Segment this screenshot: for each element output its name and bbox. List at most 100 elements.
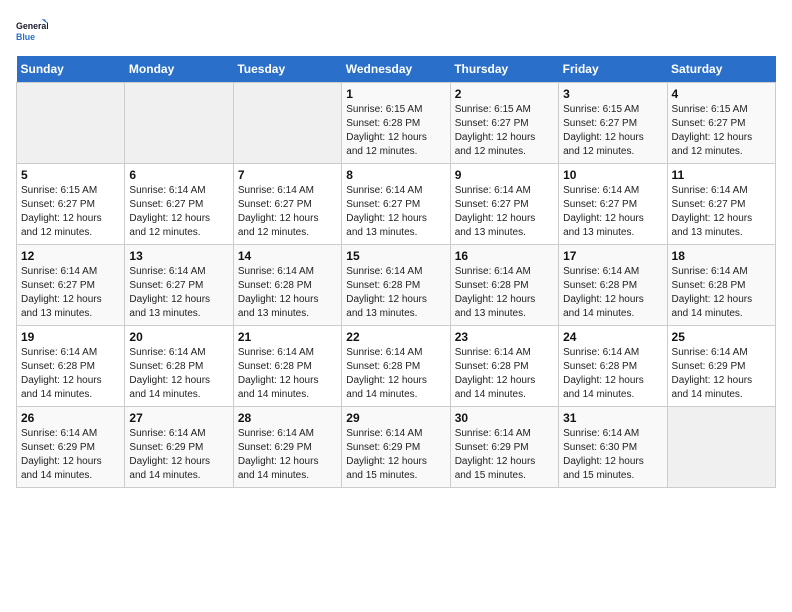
day-cell: 20 Sunrise: 6:14 AM Sunset: 6:28 PM Dayli… xyxy=(125,326,233,407)
day-info: Sunrise: 6:14 AM Sunset: 6:27 PM Dayligh… xyxy=(346,184,445,240)
day-info: Sunrise: 6:14 AM Sunset: 6:27 PM Dayligh… xyxy=(21,265,120,321)
logo-icon: General Blue xyxy=(16,16,48,48)
day-info: Sunrise: 6:14 AM Sunset: 6:29 PM Dayligh… xyxy=(455,427,554,483)
day-cell: 10Sunrise: 6:14 AM Sunset: 6:27 PM Dayli… xyxy=(559,164,667,245)
day-cell xyxy=(667,407,775,488)
weekday-header-thursday: Thursday xyxy=(450,56,558,83)
day-cell: 11Sunrise: 6:14 AM Sunset: 6:27 PM Dayli… xyxy=(667,164,775,245)
day-number: 29 xyxy=(346,411,445,425)
svg-text:General: General xyxy=(16,21,48,31)
day-info: Sunrise: 6:14 AM Sunset: 6:29 PM Dayligh… xyxy=(129,427,228,483)
day-number: 4 xyxy=(672,87,771,101)
day-cell: 28 Sunrise: 6:14 AM Sunset: 6:29 PM Dayli… xyxy=(233,407,341,488)
day-number: 3 xyxy=(563,87,662,101)
day-number: 17 xyxy=(563,249,662,263)
day-number: 8 xyxy=(346,168,445,182)
day-cell: 18 Sunrise: 6:14 AM Sunset: 6:28 PM Dayli… xyxy=(667,245,775,326)
day-number: 15 xyxy=(346,249,445,263)
weekday-header-monday: Monday xyxy=(125,56,233,83)
day-number: 12 xyxy=(21,249,120,263)
day-number: 5 xyxy=(21,168,120,182)
day-cell: 23 Sunrise: 6:14 AM Sunset: 6:28 PM Dayli… xyxy=(450,326,558,407)
day-cell: 7 Sunrise: 6:14 AM Sunset: 6:27 PM Daylig… xyxy=(233,164,341,245)
page-header: General Blue xyxy=(16,16,776,48)
day-number: 24 xyxy=(563,330,662,344)
day-number: 10 xyxy=(563,168,662,182)
week-row-1: 1 Sunrise: 6:15 AM Sunset: 6:28 PM Daylig… xyxy=(17,83,776,164)
day-number: 6 xyxy=(129,168,228,182)
day-number: 28 xyxy=(238,411,337,425)
day-info: Sunrise: 6:14 AM Sunset: 6:28 PM Dayligh… xyxy=(21,346,120,402)
day-info: Sunrise: 6:14 AM Sunset: 6:28 PM Dayligh… xyxy=(238,265,337,321)
day-number: 21 xyxy=(238,330,337,344)
day-cell: 25 Sunrise: 6:14 AM Sunset: 6:29 PM Dayli… xyxy=(667,326,775,407)
day-info: Sunrise: 6:14 AM Sunset: 6:27 PM Dayligh… xyxy=(129,265,228,321)
day-info: Sunrise: 6:14 AM Sunset: 6:27 PM Dayligh… xyxy=(672,184,771,240)
day-number: 23 xyxy=(455,330,554,344)
weekday-header-friday: Friday xyxy=(559,56,667,83)
day-info: Sunrise: 6:14 AM Sunset: 6:29 PM Dayligh… xyxy=(672,346,771,402)
day-info: Sunrise: 6:15 AM Sunset: 6:28 PM Dayligh… xyxy=(346,103,445,159)
day-cell: 27 Sunrise: 6:14 AM Sunset: 6:29 PM Dayli… xyxy=(125,407,233,488)
day-info: Sunrise: 6:14 AM Sunset: 6:27 PM Dayligh… xyxy=(238,184,337,240)
day-cell: 15 Sunrise: 6:14 AM Sunset: 6:28 PM Dayli… xyxy=(342,245,450,326)
day-cell: 16 Sunrise: 6:14 AM Sunset: 6:28 PM Dayli… xyxy=(450,245,558,326)
day-info: Sunrise: 6:14 AM Sunset: 6:28 PM Dayligh… xyxy=(563,265,662,321)
day-info: Sunrise: 6:14 AM Sunset: 6:28 PM Dayligh… xyxy=(346,265,445,321)
calendar-table: SundayMondayTuesdayWednesdayThursdayFrid… xyxy=(16,56,776,488)
day-cell: 4 Sunrise: 6:15 AM Sunset: 6:27 PM Daylig… xyxy=(667,83,775,164)
day-info: Sunrise: 6:14 AM Sunset: 6:27 PM Dayligh… xyxy=(455,184,554,240)
day-cell: 24Sunrise: 6:14 AM Sunset: 6:28 PM Dayli… xyxy=(559,326,667,407)
day-number: 19 xyxy=(21,330,120,344)
day-number: 31 xyxy=(563,411,662,425)
day-number: 27 xyxy=(129,411,228,425)
week-row-4: 19 Sunrise: 6:14 AM Sunset: 6:28 PM Dayli… xyxy=(17,326,776,407)
day-cell: 9Sunrise: 6:14 AM Sunset: 6:27 PM Daylig… xyxy=(450,164,558,245)
day-info: Sunrise: 6:14 AM Sunset: 6:28 PM Dayligh… xyxy=(455,346,554,402)
week-row-2: 5Sunrise: 6:15 AM Sunset: 6:27 PM Daylig… xyxy=(17,164,776,245)
day-number: 30 xyxy=(455,411,554,425)
day-info: Sunrise: 6:14 AM Sunset: 6:28 PM Dayligh… xyxy=(238,346,337,402)
day-cell: 14 Sunrise: 6:14 AM Sunset: 6:28 PM Dayli… xyxy=(233,245,341,326)
day-number: 13 xyxy=(129,249,228,263)
svg-text:Blue: Blue xyxy=(16,32,35,42)
day-number: 22 xyxy=(346,330,445,344)
day-number: 18 xyxy=(672,249,771,263)
day-number: 14 xyxy=(238,249,337,263)
day-cell: 19 Sunrise: 6:14 AM Sunset: 6:28 PM Dayli… xyxy=(17,326,125,407)
day-info: Sunrise: 6:14 AM Sunset: 6:28 PM Dayligh… xyxy=(455,265,554,321)
weekday-header-sunday: Sunday xyxy=(17,56,125,83)
day-cell: 13 Sunrise: 6:14 AM Sunset: 6:27 PM Dayli… xyxy=(125,245,233,326)
day-cell: 6 Sunrise: 6:14 AM Sunset: 6:27 PM Daylig… xyxy=(125,164,233,245)
day-cell xyxy=(125,83,233,164)
day-cell: 3 Sunrise: 6:15 AM Sunset: 6:27 PM Daylig… xyxy=(559,83,667,164)
day-cell: 1 Sunrise: 6:15 AM Sunset: 6:28 PM Daylig… xyxy=(342,83,450,164)
day-info: Sunrise: 6:14 AM Sunset: 6:29 PM Dayligh… xyxy=(346,427,445,483)
day-info: Sunrise: 6:15 AM Sunset: 6:27 PM Dayligh… xyxy=(455,103,554,159)
weekday-header-saturday: Saturday xyxy=(667,56,775,83)
day-cell xyxy=(17,83,125,164)
day-number: 2 xyxy=(455,87,554,101)
day-info: Sunrise: 6:15 AM Sunset: 6:27 PM Dayligh… xyxy=(672,103,771,159)
day-cell xyxy=(233,83,341,164)
day-number: 1 xyxy=(346,87,445,101)
day-info: Sunrise: 6:14 AM Sunset: 6:27 PM Dayligh… xyxy=(129,184,228,240)
day-number: 20 xyxy=(129,330,228,344)
day-number: 7 xyxy=(238,168,337,182)
day-number: 25 xyxy=(672,330,771,344)
day-info: Sunrise: 6:14 AM Sunset: 6:30 PM Dayligh… xyxy=(563,427,662,483)
day-info: Sunrise: 6:15 AM Sunset: 6:27 PM Dayligh… xyxy=(563,103,662,159)
day-number: 16 xyxy=(455,249,554,263)
day-cell: 30 Sunrise: 6:14 AM Sunset: 6:29 PM Dayli… xyxy=(450,407,558,488)
day-info: Sunrise: 6:14 AM Sunset: 6:29 PM Dayligh… xyxy=(238,427,337,483)
day-info: Sunrise: 6:14 AM Sunset: 6:28 PM Dayligh… xyxy=(129,346,228,402)
logo: General Blue xyxy=(16,16,48,48)
day-info: Sunrise: 6:14 AM Sunset: 6:28 PM Dayligh… xyxy=(346,346,445,402)
week-row-3: 12 Sunrise: 6:14 AM Sunset: 6:27 PM Dayli… xyxy=(17,245,776,326)
day-cell: 26Sunrise: 6:14 AM Sunset: 6:29 PM Dayli… xyxy=(17,407,125,488)
day-info: Sunrise: 6:14 AM Sunset: 6:28 PM Dayligh… xyxy=(672,265,771,321)
day-cell: 31 Sunrise: 6:14 AM Sunset: 6:30 PM Dayli… xyxy=(559,407,667,488)
weekday-header-row: SundayMondayTuesdayWednesdayThursdayFrid… xyxy=(17,56,776,83)
weekday-header-wednesday: Wednesday xyxy=(342,56,450,83)
day-cell: 17 Sunrise: 6:14 AM Sunset: 6:28 PM Dayli… xyxy=(559,245,667,326)
